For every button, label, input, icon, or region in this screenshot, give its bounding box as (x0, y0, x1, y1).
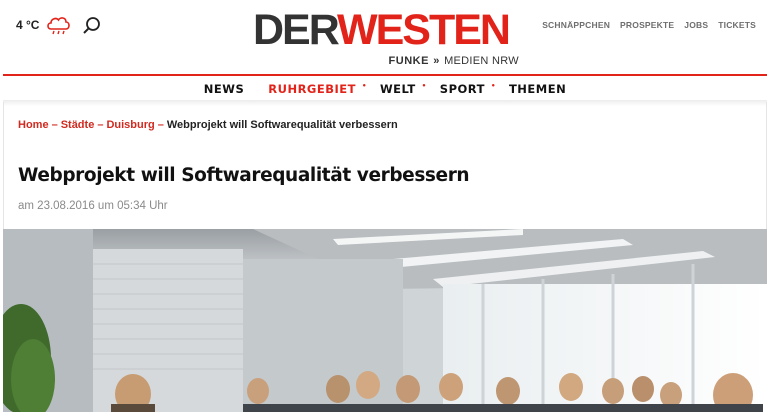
nav-item-welt[interactable]: WELT • (368, 82, 428, 96)
chevron-icon: » (433, 55, 440, 67)
nav-item-label: THEMEN (508, 82, 567, 96)
cloud-rain-icon (47, 17, 71, 35)
breadcrumb-home[interactable]: Home (18, 119, 49, 131)
article-title: Webprojekt will Softwarequalität verbess… (18, 165, 470, 186)
top-links: SCHNÄPPCHEN PROSPEKTE JOBS TICKETS (542, 20, 756, 30)
nav-item-label: NEWS (203, 82, 245, 96)
breadcrumb-separator: – (157, 119, 164, 131)
page: 4 °C DERWESTEN FUNKE » MEDIEN NRW SCHNÄP… (0, 0, 770, 412)
nav-item-ruhrgebiet[interactable]: RUHRGEBIET • (256, 82, 368, 96)
top-link-tickets[interactable]: TICKETS (718, 20, 756, 30)
article-date: am 23.08.2016 um 05:34 Uhr (18, 200, 168, 212)
nav-item-label: RUHRGEBIET (268, 82, 356, 96)
logo-der: DER (253, 6, 339, 54)
nav-dot-icon: • (490, 82, 496, 90)
logo-westen: WESTEN (337, 6, 511, 54)
breadcrumb-separator: – (51, 119, 58, 131)
breadcrumb-separator: – (97, 119, 104, 131)
breadcrumb: Home – Städte – Duisburg – Webprojekt will Sof… (18, 119, 398, 131)
site-logo[interactable]: DERWESTEN FUNKE » MEDIEN NRW (253, 8, 519, 70)
site-header: 4 °C DERWESTEN FUNKE » MEDIEN NRW SCHNÄP… (0, 0, 770, 74)
nav-dot-icon: • (421, 82, 427, 90)
nav-item-themen[interactable]: THEMEN (497, 82, 578, 96)
nav-item-label: WELT (379, 82, 416, 96)
header-divider (3, 74, 767, 76)
funke-label: FUNKE (388, 55, 429, 67)
top-link-schnaeppchen[interactable]: SCHNÄPPCHEN (542, 20, 610, 30)
nav-dot-icon: • (361, 82, 367, 90)
nav-item-news[interactable]: NEWS (192, 82, 256, 96)
medien-nrw-label: MEDIEN NRW (444, 55, 519, 67)
temperature: 4 °C (16, 18, 40, 32)
weather-widget[interactable]: 4 °C (16, 14, 71, 36)
article-hero-image (3, 229, 767, 412)
search-icon[interactable] (82, 16, 102, 36)
breadcrumb-current: Webprojekt will Softwarequalität verbess… (166, 119, 398, 131)
top-link-jobs[interactable]: JOBS (684, 20, 708, 30)
nav-item-sport[interactable]: SPORT • (428, 82, 497, 96)
breadcrumb-staedte[interactable]: Städte (61, 119, 95, 131)
main-nav: NEWS RUHRGEBIET • WELT • SPORT • THEMEN (0, 78, 770, 100)
publisher-label: FUNKE » MEDIEN NRW (389, 55, 519, 67)
breadcrumb-duisburg[interactable]: Duisburg (106, 119, 154, 131)
top-link-prospekte[interactable]: PROSPEKTE (620, 20, 674, 30)
hero-photo (3, 229, 767, 412)
nav-item-label: SPORT (439, 82, 485, 96)
